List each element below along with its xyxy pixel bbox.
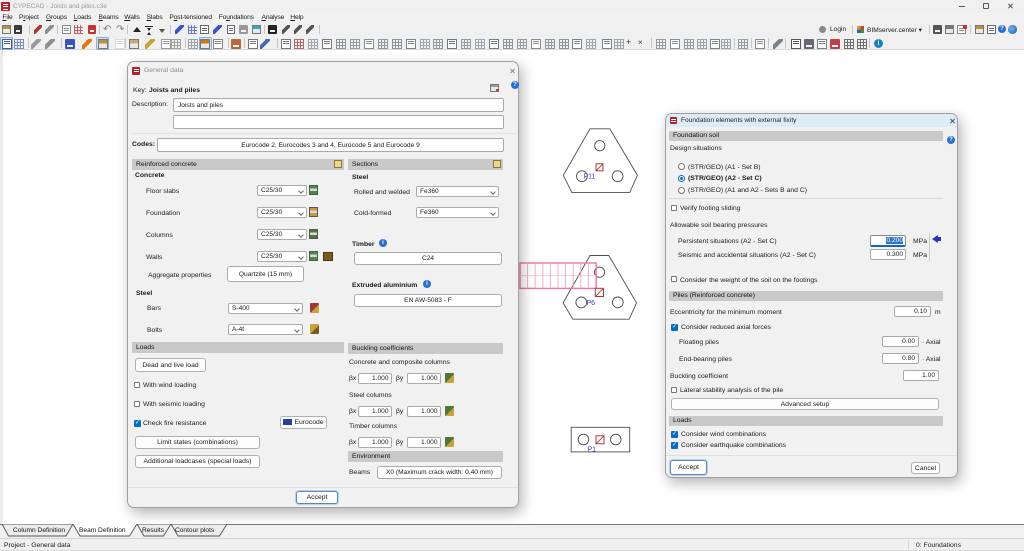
- svg-text:P6: P6: [587, 300, 596, 307]
- svg-text:P1: P1: [588, 447, 597, 454]
- svg-text:P11: P11: [584, 174, 596, 181]
